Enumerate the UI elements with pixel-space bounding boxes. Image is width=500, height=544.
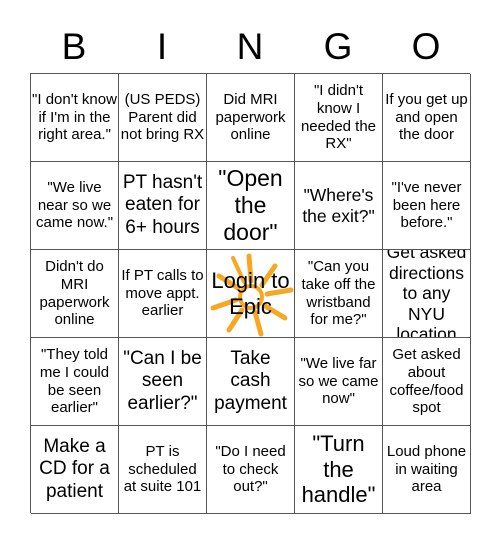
header-letter-o: O [411,26,441,67]
cell-text: Get asked about coffee/food spot [389,346,464,417]
cell-text: "I've never been here before." [391,179,462,232]
bingo-cell[interactable]: "We live near so we came now." [31,162,119,250]
cell-text: "Do I need to check out?" [215,443,286,496]
cell-text: Take cash payment [214,348,287,414]
bingo-cell[interactable]: "Can I be seen earlier?" [119,338,207,426]
bingo-cell[interactable]: (US PEDS) Parent did not bring RX [119,74,207,162]
bingo-cell[interactable]: "Can you take off the wristband for me?" [295,250,383,338]
bingo-cell[interactable]: "Turn the handle" [295,426,383,514]
cell-text: Get asked directions to any NYU location [386,250,467,338]
bingo-cell[interactable]: "They told me I could be seen earlier" [31,338,119,426]
bingo-cell[interactable]: "I've never been here before." [383,162,471,250]
cell-text: "Turn the handle" [301,430,376,508]
cell-text: "I don't know if I'm in the right area." [32,91,117,144]
header-letter-n: N [236,26,264,67]
bingo-cell[interactable]: "I don't know if I'm in the right area." [31,74,119,162]
cell-text: If you get up and open the door [385,91,468,144]
free-space-label: Login to Epic [211,267,290,319]
cell-text: "Can I be seen earlier?" [123,348,202,414]
bingo-cell[interactable]: Get asked directions to any NYU location [383,250,471,338]
cell-text: (US PEDS) Parent did not bring RX [120,91,205,144]
bingo-cell[interactable]: "Do I need to check out?" [207,426,295,514]
cell-text: "We live near so we came now." [35,179,114,232]
bingo-cell[interactable]: "We live far so we came now" [295,338,383,426]
bingo-cell[interactable]: Get asked about coffee/food spot [383,338,471,426]
cell-text: Did MRI paperwork online [215,91,286,144]
header-letter-i: I [156,26,168,67]
bingo-cell[interactable]: Take cash payment [207,338,295,426]
cell-text: Loud phone in waiting area [386,443,467,496]
cell-text: "I didn't know I needed the RX" [300,82,377,153]
cell-text: "Open the door" [218,165,283,245]
bingo-cell[interactable]: If PT calls to move appt. earlier [119,250,207,338]
header-letter-g: G [323,26,353,67]
cell-text: "Can you take off the wristband for me?" [301,258,376,329]
header-letter-b: B [61,26,87,67]
bingo-card-grid: "I don't know if I'm in the right area."… [30,73,471,514]
bingo-cell[interactable]: Didn't do MRI paperwork online [31,250,119,338]
bingo-cell[interactable]: If you get up and open the door [383,74,471,162]
bingo-cell[interactable]: Did MRI paperwork online [207,74,295,162]
bingo-cell[interactable]: PT is scheduled at suite 101 [119,426,207,514]
bingo-cell[interactable]: Loud phone in waiting area [383,426,471,514]
bingo-cell[interactable]: Make a CD for a patient [31,426,119,514]
bingo-cell[interactable]: PT hasn't eaten for 6+ hours [119,162,207,250]
free-space-cell[interactable]: Login to Epic [207,250,295,338]
bingo-header: B I N G O [30,22,470,72]
cell-text: PT hasn't eaten for 6+ hours [122,172,203,238]
cell-text: "They told me I could be seen earlier" [39,346,110,417]
bingo-cell[interactable]: "I didn't know I needed the RX" [295,74,383,162]
cell-text: Didn't do MRI paperwork online [39,258,110,329]
cell-text: "Where's the exit?" [302,185,375,226]
cell-text: "We live far so we came now" [298,355,379,408]
cell-text: Make a CD for a patient [39,436,110,502]
cell-text: PT is scheduled at suite 101 [123,443,202,496]
bingo-cell[interactable]: "Where's the exit?" [295,162,383,250]
bingo-cell[interactable]: "Open the door" [207,162,295,250]
cell-text: If PT calls to move appt. earlier [121,267,204,320]
